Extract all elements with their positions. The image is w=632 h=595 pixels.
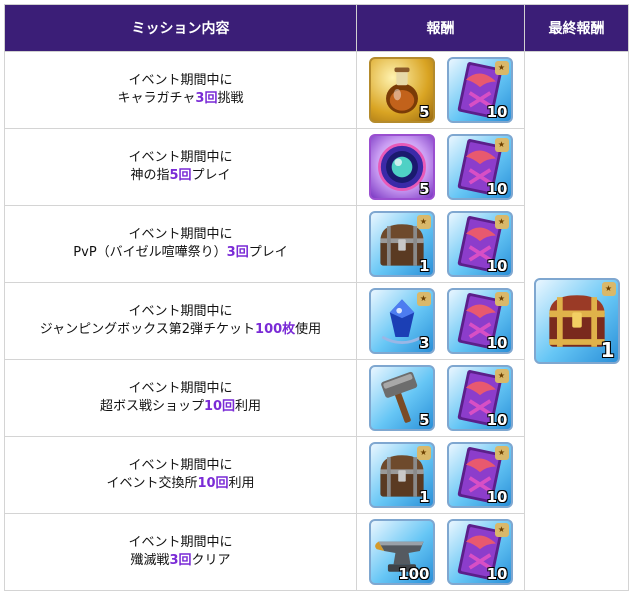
ticket-icon[interactable]: ★ 10 (446, 442, 513, 508)
mission-cell: イベント期間中に ジャンピングボックス第2弾チケット100枚使用 (4, 282, 357, 360)
mission-action: 使用 (295, 322, 322, 337)
reward-qty: 10 (486, 103, 508, 121)
mission-line1: イベント期間中に (128, 150, 233, 165)
treasure-chest-icon[interactable]: ★ 1 (533, 278, 620, 364)
mission-action: 挑戦 (217, 91, 244, 106)
mission-count: 3回 (169, 553, 192, 568)
reward-qty: 3 (419, 334, 430, 352)
mission-count: 5回 (169, 168, 192, 183)
reward-qty: 1 (419, 488, 430, 506)
jewel-icon[interactable]: ★ 3 (368, 288, 435, 354)
mission-line2: 超ボス戦ショップ10回利用 (5, 398, 356, 416)
mission-line2: 神の指5回プレイ (5, 167, 356, 185)
anvil-icon[interactable]: 100 (368, 519, 435, 585)
mission-text: 超ボス戦ショップ (99, 399, 204, 414)
potion-icon[interactable]: 5 (368, 57, 435, 123)
mission-table: ミッション内容 報酬 最終報酬 イベント期間中に キャラガチャ3回挑戦 5 ★ … (4, 4, 629, 591)
ticket-icon[interactable]: ★ 10 (446, 288, 513, 354)
mission-cell: イベント期間中に 神の指5回プレイ (4, 128, 357, 206)
mission-count: 10回 (203, 399, 236, 414)
mission-count: 3回 (195, 91, 218, 106)
rank-badge-icon: ★ (494, 523, 509, 537)
reward-qty: 10 (486, 565, 508, 583)
chest-icon[interactable]: ★ 1 (368, 442, 435, 508)
reward-cell: ★ 1 ★ 10 (356, 205, 525, 283)
reward-cell: 100 ★ 10 (356, 513, 525, 591)
final-reward-qty: 1 (600, 338, 615, 362)
reward-qty: 5 (419, 103, 430, 121)
mission-text: イベント交換所 (106, 476, 198, 491)
mission-text: 神の指 (130, 168, 170, 183)
mission-action: 利用 (228, 476, 255, 491)
mission-action: プレイ (248, 245, 288, 260)
reward-cell: 5 ★ 10 (356, 51, 525, 129)
rank-badge-icon: ★ (494, 446, 509, 460)
mission-cell: イベント期間中に キャラガチャ3回挑戦 (4, 51, 357, 129)
reward-qty: 1 (419, 257, 430, 275)
ticket-icon[interactable]: ★ 10 (446, 57, 513, 123)
reward-qty: 10 (486, 257, 508, 275)
mission-action: クリア (191, 553, 231, 568)
mission-text: ジャンピングボックス第2弾チケット (39, 322, 256, 337)
reward-cell: 5 ★ 10 (356, 128, 525, 206)
mission-text: 殲滅戦 (130, 553, 170, 568)
reward-qty: 5 (419, 411, 430, 429)
mission-cell: イベント期間中に 殲滅戦3回クリア (4, 513, 357, 591)
ticket-icon[interactable]: ★ 10 (446, 211, 513, 277)
mission-count: 100枚 (255, 322, 296, 337)
orb-icon[interactable]: 5 (368, 134, 435, 200)
final-reward-cell: ★ 1 (524, 51, 629, 591)
mission-cell: イベント期間中に 超ボス戦ショップ10回利用 (4, 359, 357, 437)
header-final-reward: 最終報酬 (524, 4, 629, 52)
mission-line2: ジャンピングボックス第2弾チケット100枚使用 (5, 321, 356, 339)
mission-line2: キャラガチャ3回挑戦 (5, 90, 356, 108)
mission-action: 利用 (235, 399, 262, 414)
rank-badge-icon: ★ (494, 292, 509, 306)
header-mission: ミッション内容 (4, 4, 357, 52)
reward-qty: 10 (486, 488, 508, 506)
reward-qty: 10 (486, 180, 508, 198)
mission-line2: 殲滅戦3回クリア (5, 552, 356, 570)
rank-badge-icon: ★ (494, 215, 509, 229)
rank-badge-icon: ★ (416, 292, 431, 306)
mission-line1: イベント期間中に (128, 381, 233, 396)
ticket-icon[interactable]: ★ 10 (446, 134, 513, 200)
mission-line1: イベント期間中に (128, 304, 233, 319)
rank-badge-icon: ★ (416, 215, 431, 229)
reward-cell: ★ 1 ★ 10 (356, 436, 525, 514)
reward-qty: 100 (398, 565, 430, 583)
mission-count: 10回 (197, 476, 229, 491)
mission-line1: イベント期間中に (128, 73, 233, 88)
table-row: イベント期間中に キャラガチャ3回挑戦 5 ★ 10 ★ 1 (4, 51, 629, 591)
mission-line2: イベント交換所10回利用 (5, 475, 356, 493)
reward-qty: 10 (486, 334, 508, 352)
mission-line2: PvP（バイゼル喧嘩祭り）3回プレイ (5, 244, 356, 262)
ticket-icon[interactable]: ★ 10 (446, 365, 513, 431)
mission-line1: イベント期間中に (128, 458, 233, 473)
header-reward: 報酬 (356, 4, 525, 52)
table-header-row: ミッション内容 報酬 最終報酬 (4, 4, 629, 52)
rank-badge-icon: ★ (494, 369, 509, 383)
mission-text: キャラガチャ (117, 91, 196, 106)
mission-action: プレイ (191, 168, 231, 183)
mission-line1: イベント期間中に (128, 227, 233, 242)
mission-count: 3回 (226, 245, 249, 260)
rank-badge-icon: ★ (416, 446, 431, 460)
rank-badge-icon: ★ (601, 282, 616, 296)
reward-cell: ★ 3 ★ 10 (356, 282, 525, 360)
rank-badge-icon: ★ (494, 61, 509, 75)
reward-cell: 5 ★ 10 (356, 359, 525, 437)
mission-text: PvP（バイゼル喧嘩祭り） (73, 245, 227, 260)
reward-qty: 5 (419, 180, 430, 198)
chest-icon[interactable]: ★ 1 (368, 211, 435, 277)
mission-cell: イベント期間中に PvP（バイゼル喧嘩祭り）3回プレイ (4, 205, 357, 283)
reward-qty: 10 (486, 411, 508, 429)
rank-badge-icon: ★ (494, 138, 509, 152)
mission-line1: イベント期間中に (128, 535, 233, 550)
mission-cell: イベント期間中に イベント交換所10回利用 (4, 436, 357, 514)
hammer-icon[interactable]: 5 (368, 365, 435, 431)
ticket-icon[interactable]: ★ 10 (446, 519, 513, 585)
